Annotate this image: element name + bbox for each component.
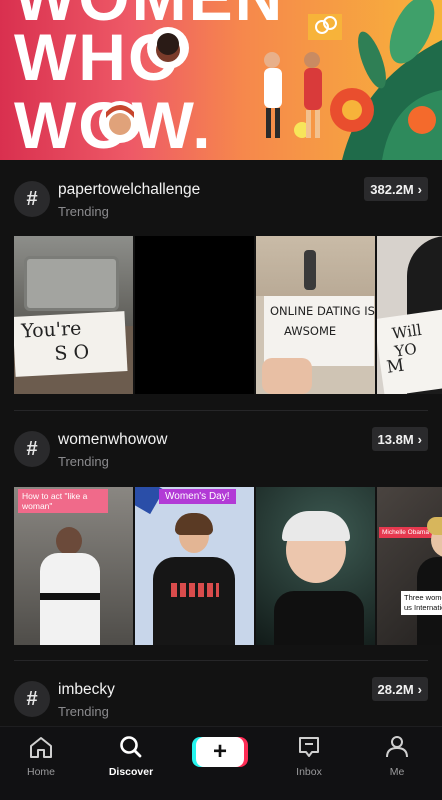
nav-label: Home [26, 766, 55, 778]
nav-me[interactable]: Me [362, 735, 432, 778]
video-thumbnail[interactable]: Will YO M [377, 236, 442, 394]
hashtag-section-womenwhowow: # womenwhowow Trending 13.8M › How to ac… [0, 420, 442, 661]
hashtag-section-imbecky: # imbecky Trending 28.2M › [0, 670, 442, 730]
hashtag-subtitle: Trending [58, 454, 109, 469]
avatar-illustration-icon [99, 101, 141, 143]
paper-text: ONLINE DATING IS [270, 304, 375, 318]
view-count-button[interactable]: 382.2M › [364, 177, 428, 201]
hashtag-name[interactable]: womenwhowow [58, 431, 167, 449]
plus-icon: + [212, 738, 227, 765]
video-thumbnail[interactable]: Michelle Obama Three wome inspire us Int… [377, 487, 442, 645]
inbox-icon [299, 737, 319, 757]
hashtag-name[interactable]: imbecky [58, 681, 115, 699]
view-count-button[interactable]: 28.2M › [371, 677, 428, 701]
hashtag-banner[interactable]: WOMEN WHO WOW. [0, 0, 442, 160]
search-icon [120, 736, 142, 758]
nav-inbox[interactable]: Inbox [274, 735, 344, 778]
avatar-illustration-icon [147, 27, 189, 69]
nav-home[interactable]: Home [6, 735, 76, 778]
hashtag-subtitle: Trending [58, 704, 109, 719]
paper-text: You're [20, 317, 82, 343]
video-thumbnail[interactable]: ONLINE DATING IS AWSOME [256, 236, 375, 394]
hashtag-icon: # [14, 181, 50, 217]
bottom-nav: Home Discover + Inbox Me [0, 726, 442, 800]
profile-icon [386, 736, 408, 758]
video-thumbnail-row: How to act "like a woman" Women's Day! M… [14, 487, 442, 645]
floral-illustration-icon [264, 0, 442, 160]
section-divider [14, 410, 428, 411]
paper-text: M [385, 355, 406, 378]
paper-text: S O [53, 341, 90, 365]
nav-discover[interactable]: Discover [96, 735, 166, 778]
view-count: 13.8M [377, 431, 414, 447]
view-count: 382.2M [370, 181, 414, 197]
paper-text: AWSOME [284, 324, 337, 338]
hashtag-section-papertowelchallenge: # papertowelchallenge Trending 382.2M › … [0, 170, 442, 411]
chevron-right-icon: › [417, 181, 422, 197]
video-tag: Michelle Obama [379, 527, 432, 538]
video-thumbnail[interactable]: You're S O [14, 236, 133, 394]
section-divider [14, 660, 428, 661]
video-thumbnail[interactable]: How to act "like a woman" [14, 487, 133, 645]
nav-label: Inbox [296, 766, 322, 778]
chevron-right-icon: › [417, 681, 422, 697]
home-icon [30, 737, 52, 758]
video-thumbnail[interactable] [256, 487, 375, 645]
view-count: 28.2M [377, 681, 414, 697]
chevron-right-icon: › [417, 431, 422, 447]
paper-text: Will YO [390, 320, 423, 361]
create-video-button[interactable]: + [196, 737, 244, 767]
nav-label: Discover [108, 766, 154, 778]
video-thumbnail-row: You're S O ONLINE DATING IS AWSOME Will … [14, 236, 442, 394]
hashtag-icon: # [14, 681, 50, 717]
hashtag-icon: # [14, 431, 50, 467]
video-thumbnail[interactable] [135, 236, 254, 394]
hashtag-subtitle: Trending [58, 204, 109, 219]
video-caption: Women's Day! [159, 489, 236, 504]
video-thumbnail[interactable]: Women's Day! [135, 487, 254, 645]
video-caption: How to act "like a woman" [18, 489, 108, 514]
hashtag-name[interactable]: papertowelchallenge [58, 181, 200, 199]
nav-label: Me [389, 766, 405, 778]
video-caption: Three wome inspire us International Wo [401, 591, 442, 615]
view-count-button[interactable]: 13.8M › [371, 427, 428, 451]
